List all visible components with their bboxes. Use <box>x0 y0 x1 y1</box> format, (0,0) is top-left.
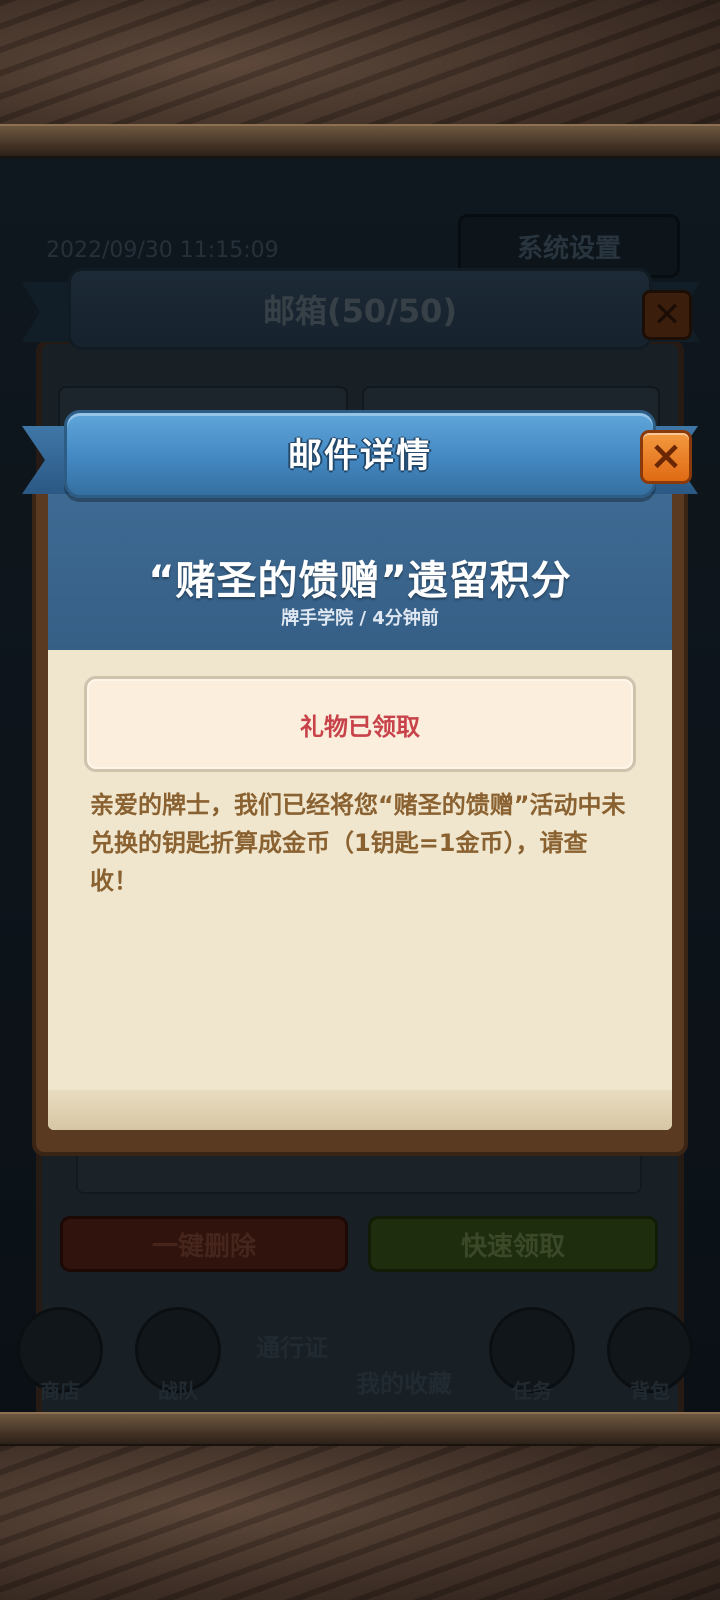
mail-detail-header: “赌圣的馈赠”遗留积分 牌手学院 / 4分钟前 <box>48 490 672 650</box>
mail-sender-time: 牌手学院 / 4分钟前 <box>281 608 439 629</box>
wood-rim-bottom <box>0 1412 720 1446</box>
mail-detail-content: “赌圣的馈赠”遗留积分 牌手学院 / 4分钟前 礼物已领取 亲爱的牌士，我们已经… <box>48 490 672 1130</box>
mail-detail-header-title: 邮件详情 <box>288 436 432 476</box>
mail-body-text: 亲爱的牌士，我们已经将您“赌圣的馈赠”活动中未兑换的钥匙折算成金币（1钥匙=1金… <box>90 791 626 895</box>
mail-detail-panel: “赌圣的馈赠”遗留积分 牌手学院 / 4分钟前 礼物已领取 亲爱的牌士，我们已经… <box>32 480 688 1156</box>
mail-title: “赌圣的馈赠”遗留积分 <box>148 558 572 604</box>
close-icon[interactable]: × <box>640 430 692 484</box>
wood-rim-top <box>0 124 720 158</box>
gift-status-label: 礼物已领取 <box>300 712 420 741</box>
paper-edge <box>48 1090 672 1130</box>
gift-status-box: 礼物已领取 <box>84 676 636 772</box>
wood-frame-bottom <box>0 1446 720 1600</box>
